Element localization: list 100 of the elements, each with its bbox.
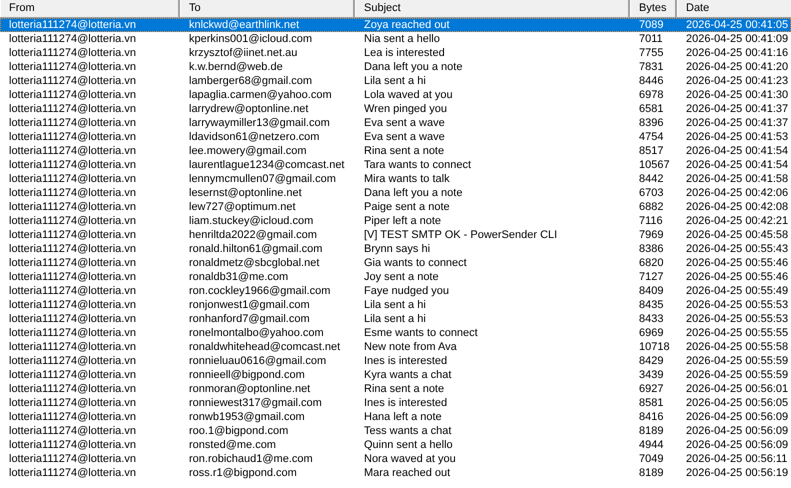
message-row[interactable]: lotteria111274@lotteria.vn larrydrew@optonline.net Wren pinged you 6581 2026-04-25 00:41:37 xyxy=(0,102,791,116)
table-cell-text: 7089 xyxy=(638,18,664,32)
table-cell-text: 8429 xyxy=(638,354,664,368)
table-cell-text: Faye nudged you xyxy=(363,284,450,298)
message-row[interactable]: lotteria111274@lotteria.vn lamberger68@gmail.com Lila sent a hi 8446 2026-04-25 00:41:23 xyxy=(0,74,791,88)
table-cell-text: lotteria111274@lotteria.vn xyxy=(8,466,137,480)
table-cell-text: lotteria111274@lotteria.vn xyxy=(8,214,137,228)
message-row[interactable]: lotteria111274@lotteria.vn ronelmontalbo@yahoo.com Esme wants to connect 6969 2026-04-25 00:55:55 xyxy=(0,326,791,340)
message-row[interactable]: lotteria111274@lotteria.vn kperkins001@icloud.com Nia sent a hello 7011 2026-04-25 00:41:09 xyxy=(0,32,791,46)
table-cell-text: ronaldwhitehead@comcast.net xyxy=(188,340,342,354)
table-cell-text: lotteria111274@lotteria.vn xyxy=(8,60,137,74)
table-cell-text: lotteria111274@lotteria.vn xyxy=(8,130,137,144)
table-cell-text: lotteria111274@lotteria.vn xyxy=(8,172,137,186)
table-cell-text: ronnieluau0616@gmail.com xyxy=(188,354,328,368)
message-row[interactable]: lotteria111274@lotteria.vn ross.r1@bigpond.com Mara reached out 8189 2026-04-25 00:56:19 xyxy=(0,466,791,480)
message-row[interactable]: lotteria111274@lotteria.vn laurentlague1234@comcast.net Tara wants to connect 10567 2026-04-25 00:41:54 xyxy=(0,158,791,172)
table-cell-text: 8435 xyxy=(638,298,664,312)
table-cell-text: Lila sent a hi xyxy=(363,298,427,312)
table-cell-text: 2026-04-25 00:42:06 xyxy=(685,186,790,200)
table-cell-text: 8386 xyxy=(638,242,664,256)
table-cell-text: Ines is interested xyxy=(363,396,448,410)
table-cell-text: 7755 xyxy=(638,46,664,60)
message-row[interactable]: lotteria111274@lotteria.vn ron.robichaud1@me.com Nora waved at you 7049 2026-04-25 00:56:11 xyxy=(0,452,791,466)
table-cell-text: 2026-04-25 00:41:53 xyxy=(685,130,790,144)
table-cell-text: knlckwd@earthlink.net xyxy=(188,18,300,32)
message-row[interactable]: lotteria111274@lotteria.vn lew727@optimum.net Paige sent a note 6882 2026-04-25 00:42:08 xyxy=(0,200,791,214)
table-cell-text: ronmoran@optonline.net xyxy=(188,382,312,396)
table-cell-text: k.w.bernd@web.de xyxy=(188,60,284,74)
message-row[interactable]: lotteria111274@lotteria.vn lennymcmullen07@gmail.com Mira wants to talk 8442 2026-04-25 00:41:58 xyxy=(0,172,791,186)
message-row[interactable]: lotteria111274@lotteria.vn ronhanford7@gmail.com Lila sent a hi 8433 2026-04-25 00:55:53 xyxy=(0,312,791,326)
message-row[interactable]: lotteria111274@lotteria.vn ldavidson61@netzero.com Eva sent a wave 4754 2026-04-25 00:41:53 xyxy=(0,130,791,144)
table-cell-text: Mira wants to talk xyxy=(363,172,451,186)
table-cell-text: 8396 xyxy=(638,116,664,130)
table-cell-text: 2026-04-25 00:56:09 xyxy=(685,438,790,452)
table-cell-text: 8189 xyxy=(638,424,664,438)
table-cell-text: lotteria111274@lotteria.vn xyxy=(8,186,137,200)
table-cell-text: 2026-04-25 00:41:05 xyxy=(685,18,790,32)
table-cell-text: Joy sent a note xyxy=(363,270,440,284)
table-cell-text: Dana left you a note xyxy=(363,186,464,200)
table-cell-text: ronhanford7@gmail.com xyxy=(188,312,311,326)
message-row[interactable]: lotteria111274@lotteria.vn ronnieluau0616@gmail.com Ines is interested 8429 2026-04-25 00:55:59 xyxy=(0,354,791,368)
table-cell-text: 2026-04-25 00:41:09 xyxy=(685,32,790,46)
table-cell-text: lotteria111274@lotteria.vn xyxy=(8,298,137,312)
table-cell-text: lee.mowery@gmail.com xyxy=(188,144,308,158)
message-row[interactable]: lotteria111274@lotteria.vn ron.cockley1966@gmail.com Faye nudged you 8409 2026-04-25 00:55:49 xyxy=(0,284,791,298)
message-row[interactable]: lotteria111274@lotteria.vn ronjonwest1@gmail.com Lila sent a hi 8435 2026-04-25 00:55:53 xyxy=(0,298,791,312)
table-cell-text: 7831 xyxy=(638,60,664,74)
message-row[interactable]: lotteria111274@lotteria.vn lee.mowery@gmail.com Rina sent a note 8517 2026-04-25 00:41:54 xyxy=(0,144,791,158)
message-row[interactable]: lotteria111274@lotteria.vn lapaglia.carmen@yahoo.com Lola waved at you 6978 2026-04-25 00:41:30 xyxy=(0,88,791,102)
table-cell-text: 6927 xyxy=(638,382,664,396)
message-row[interactable]: lotteria111274@lotteria.vn ronsted@me.com Quinn sent a hello 4944 2026-04-25 00:56:09 xyxy=(0,438,791,452)
table-cell-text: ronaldb31@me.com xyxy=(188,270,290,284)
table-cell-text: ronnieell@bigpond.com xyxy=(188,368,306,382)
message-row[interactable]: lotteria111274@lotteria.vn roo.1@bigpond.com Tess wants a chat 8189 2026-04-25 00:56:09 xyxy=(0,424,791,438)
message-row[interactable]: lotteria111274@lotteria.vn larrywaymiller13@gmail.com Eva sent a wave 8396 2026-04-25 00:41:37 xyxy=(0,116,791,130)
message-row[interactable]: lotteria111274@lotteria.vn k.w.bernd@web.de Dana left you a note 7831 2026-04-25 00:41:20 xyxy=(0,60,791,74)
message-row[interactable]: lotteria111274@lotteria.vn ronaldmetz@sbcglobal.net Gia wants to connect 6820 2026-04-25 00:55:46 xyxy=(0,256,791,270)
message-row[interactable]: lotteria111274@lotteria.vn ronniewest317@gmail.com Ines is interested 8581 2026-04-25 00:56:05 xyxy=(0,396,791,410)
table-cell-text: 2026-04-25 00:55:49 xyxy=(685,284,790,298)
table-cell-text: lotteria111274@lotteria.vn xyxy=(8,270,137,284)
message-row[interactable]: lotteria111274@lotteria.vn lesernst@optonline.net Dana left you a note 6703 2026-04-25 00:42:06 xyxy=(0,186,791,200)
table-cell-text: 4944 xyxy=(638,438,664,452)
table-cell-text: 6820 xyxy=(638,256,664,270)
table-cell-text: 2026-04-25 00:55:46 xyxy=(685,256,790,270)
message-row[interactable]: lotteria111274@lotteria.vn ronnieell@bigpond.com Kyra wants a chat 3439 2026-04-25 00:55:59 xyxy=(0,368,791,382)
table-cell-text: lamberger68@gmail.com xyxy=(188,74,314,88)
table-cell-text: Eva sent a wave xyxy=(363,116,446,130)
table-cell-text: lotteria111274@lotteria.vn xyxy=(8,410,137,424)
table-cell-text: 2026-04-25 00:55:59 xyxy=(685,368,790,382)
table-cell-text: ronald.hilton61@gmail.com xyxy=(188,242,324,256)
message-row[interactable]: lotteria111274@lotteria.vn henriltda2022@gmail.com [V] TEST SMTP OK - PowerSender CLI 7969 2026-04-25 00:45:58 xyxy=(0,228,791,242)
table-cell-text: 6978 xyxy=(638,88,664,102)
table-cell-text: 2026-04-25 00:42:21 xyxy=(685,214,790,228)
table-cell-text: ross.r1@bigpond.com xyxy=(188,466,298,480)
table-cell-text: lennymcmullen07@gmail.com xyxy=(188,172,337,186)
column-header[interactable]: Date xyxy=(677,0,791,17)
table-cell-text: Tess wants a chat xyxy=(363,424,452,438)
message-row[interactable]: lotteria111274@lotteria.vn ronmoran@optonline.net Rina sent a note 6927 2026-04-25 00:56:01 xyxy=(0,382,791,396)
table-cell-text: krzysztof@iinet.net.au xyxy=(188,46,298,60)
table-cell-text: 8442 xyxy=(638,172,664,186)
table-cell-text: Eva sent a wave xyxy=(363,130,446,144)
message-row[interactable]: lotteria111274@lotteria.vn knlckwd@earthlink.net Zoya reached out 7089 2026-04-25 00:41:05 xyxy=(0,18,791,32)
message-row[interactable]: lotteria111274@lotteria.vn ronwb1953@gmail.com Hana left a note 8416 2026-04-25 00:56:09 xyxy=(0,410,791,424)
message-row[interactable]: lotteria111274@lotteria.vn ronaldwhitehead@comcast.net New note from Ava 10718 2026-04-25 00:55:58 xyxy=(0,340,791,354)
table-cell-text: larrydrew@optonline.net xyxy=(188,102,310,116)
table-cell-text: Gia wants to connect xyxy=(363,256,468,270)
message-row[interactable]: lotteria111274@lotteria.vn ronaldb31@me.com Joy sent a note 7127 2026-04-25 00:55:46 xyxy=(0,270,791,284)
table-cell-text: Nia sent a hello xyxy=(363,32,441,46)
table-cell-text: lotteria111274@lotteria.vn xyxy=(8,256,137,270)
table-cell-text: Zoya reached out xyxy=(363,18,451,32)
table-cell-text: lotteria111274@lotteria.vn xyxy=(8,18,137,32)
table-cell-text: 2026-04-25 00:41:16 xyxy=(685,46,790,60)
table-cell-text: Nora waved at you xyxy=(363,452,457,466)
message-row[interactable]: lotteria111274@lotteria.vn ronald.hilton61@gmail.com Brynn says hi 8386 2026-04-25 00:55:43 xyxy=(0,242,791,256)
message-row[interactable]: lotteria111274@lotteria.vn liam.stuckey@icloud.com Piper left a note 7116 2026-04-25 00:42:21 xyxy=(0,214,791,228)
table-cell-text: Dana left you a note xyxy=(363,60,464,74)
table-cell-text: 2026-04-25 00:41:54 xyxy=(685,158,790,172)
table-cell-text: Quinn sent a hello xyxy=(363,438,454,452)
message-row[interactable]: lotteria111274@lotteria.vn krzysztof@iinet.net.au Lea is interested 7755 2026-04-25 00:41:16 xyxy=(0,46,791,60)
table-cell-text: 2026-04-25 00:41:30 xyxy=(685,88,790,102)
